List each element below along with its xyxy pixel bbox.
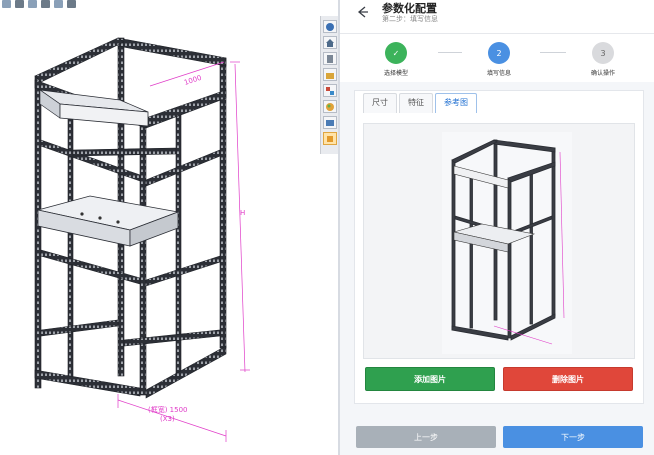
dim-width2-label: (X3) <box>160 415 175 423</box>
dim-height-label: H <box>240 209 245 217</box>
step-connector <box>438 52 462 53</box>
custom-properties-icon[interactable] <box>322 116 337 129</box>
delete-image-button[interactable]: 删除图片 <box>503 367 633 391</box>
design-library-icon[interactable] <box>322 52 337 65</box>
tab-bar: 尺寸 特征 参考图 <box>363 93 479 113</box>
view-palette-icon[interactable] <box>322 84 337 97</box>
addin-panel-icon[interactable] <box>322 132 337 145</box>
app-root: (框宽) 1500 (X3) H 1000 参数化配置 第二步：填写信息 ✓ 选 <box>0 0 654 455</box>
page-subtitle: 第二步：填写信息 <box>382 15 438 23</box>
home-icon[interactable] <box>322 36 337 49</box>
step-3: 3 确认操作 <box>573 42 633 77</box>
step-3-label: 确认操作 <box>590 70 615 77</box>
tab-dimensions[interactable]: 尺寸 <box>363 93 397 113</box>
step-1: ✓ 选择模型 <box>366 42 426 77</box>
config-panel: 参数化配置 第二步：填写信息 ✓ 选择模型 2 填写信息 3 确认操作 尺寸 特… <box>340 0 654 455</box>
step-2-circle: 2 <box>488 42 510 64</box>
step-1-circle: ✓ <box>385 42 407 64</box>
arrow-left-icon[interactable] <box>354 4 370 20</box>
reference-image[interactable] <box>442 132 572 354</box>
cad-viewport[interactable]: (框宽) 1500 (X3) H 1000 <box>0 0 320 455</box>
dim-depth-label: 1000 <box>183 74 202 87</box>
reference-image-area <box>363 123 635 359</box>
dim-width-label: (框宽) 1500 <box>148 405 188 414</box>
next-step-button[interactable]: 下一步 <box>503 426 643 448</box>
step-1-label: 选择模型 <box>383 70 408 77</box>
step-3-circle: 3 <box>592 42 614 64</box>
cabinet-frame-model[interactable]: (框宽) 1500 (X3) H 1000 <box>0 0 320 455</box>
step-indicator: ✓ 选择模型 2 填写信息 3 确认操作 <box>340 34 654 82</box>
step-connector <box>540 52 566 53</box>
add-image-button[interactable]: 添加图片 <box>365 367 495 391</box>
tab-card: 尺寸 特征 参考图 添加图片 删除图片 <box>354 90 644 404</box>
panel-header: 参数化配置 第二步：填写信息 <box>340 0 654 34</box>
solidworks-resources-icon[interactable] <box>322 20 337 33</box>
file-explorer-icon[interactable] <box>322 68 337 81</box>
appearances-icon[interactable] <box>322 100 337 113</box>
task-pane-tabs <box>320 16 338 154</box>
step-2: 2 填写信息 <box>469 42 529 77</box>
tab-features[interactable]: 特征 <box>399 93 433 113</box>
step-2-label: 填写信息 <box>486 70 511 77</box>
prev-step-button[interactable]: 上一步 <box>356 426 496 448</box>
tab-reference-image[interactable]: 参考图 <box>435 93 477 113</box>
